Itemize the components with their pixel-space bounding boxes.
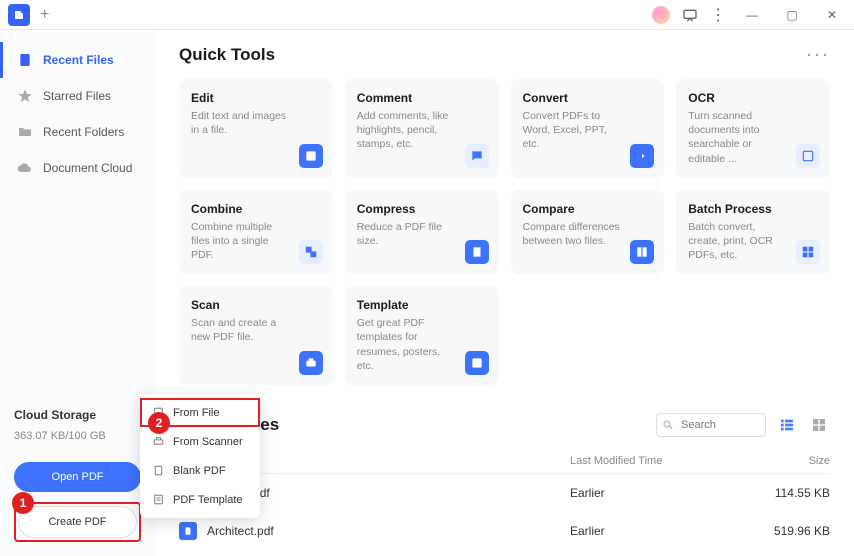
compare-icon <box>630 240 654 264</box>
assistant-icon[interactable] <box>652 6 670 24</box>
file-modified: Earlier <box>570 486 750 500</box>
menu-item-blank-pdf[interactable]: Blank PDF <box>140 456 260 485</box>
grid-view-button[interactable] <box>808 414 830 436</box>
quick-tools-title: Quick Tools <box>179 45 275 65</box>
tool-edit[interactable]: Edit Edit text and images in a file. <box>179 79 333 178</box>
tool-title: Compress <box>357 202 487 216</box>
convert-icon <box>630 144 654 168</box>
tool-title: Template <box>357 298 487 312</box>
table-row[interactable]: Earlier 113.19 KB <box>179 550 830 556</box>
tool-template[interactable]: TemplateGet great PDF templates for resu… <box>345 286 499 385</box>
tool-title: Edit <box>191 91 321 105</box>
chat-icon[interactable] <box>682 7 698 23</box>
create-pdf-button[interactable]: Create PDF <box>18 506 137 538</box>
table-row[interactable]: contract.pdf Earlier 114.55 KB <box>179 474 830 512</box>
pdf-file-icon <box>179 522 197 540</box>
sidebar-item-recent-files[interactable]: Recent Files <box>0 42 155 78</box>
file-modified: Earlier <box>570 524 750 538</box>
tool-batch-process[interactable]: Batch ProcessBatch convert, create, prin… <box>676 190 830 275</box>
sidebar-item-recent-folders[interactable]: Recent Folders <box>0 114 155 150</box>
edit-icon <box>299 144 323 168</box>
cloud-storage-value: 363.07 KB/100 GB <box>14 430 141 442</box>
app-logo-icon[interactable] <box>8 4 30 26</box>
tool-title: Compare <box>523 202 653 216</box>
tool-ocr[interactable]: OCRTurn scanned documents into searchabl… <box>676 79 830 178</box>
tool-combine[interactable]: CombineCombine multiple files into a sin… <box>179 190 333 275</box>
sidebar-item-starred-files[interactable]: Starred Files <box>0 78 155 114</box>
col-modified-header: Last Modified Time <box>570 455 750 467</box>
create-pdf-highlight: Create PDF <box>14 502 141 542</box>
sidebar-item-label: Recent Files <box>43 53 114 67</box>
tool-title: OCR <box>688 91 818 105</box>
file-name: Architect.pdf <box>207 524 274 538</box>
minimize-button[interactable]: — <box>738 1 766 29</box>
tool-convert[interactable]: ConvertConvert PDFs to Word, Excel, PPT,… <box>511 79 665 178</box>
tool-title: Comment <box>357 91 487 105</box>
comment-icon <box>465 144 489 168</box>
file-size: 114.55 KB <box>750 486 830 500</box>
tool-desc: Scan and create a new PDF file. <box>191 316 321 344</box>
sidebar-item-label: Recent Folders <box>43 125 124 139</box>
tools-grid: Edit Edit text and images in a file. Comm… <box>179 79 830 385</box>
cloud-storage-label: Cloud Storage <box>14 408 141 422</box>
tool-title: Scan <box>191 298 321 312</box>
menu-item-label: From File <box>173 407 219 419</box>
tool-comment[interactable]: CommentAdd comments, like highlights, pe… <box>345 79 499 178</box>
col-size-header: Size <box>750 455 830 467</box>
tool-title: Convert <box>523 91 653 105</box>
document-icon <box>17 52 33 68</box>
tool-title: Batch Process <box>688 202 818 216</box>
titlebar: + ⋮ — ▢ ✕ <box>0 0 854 30</box>
template-icon <box>465 351 489 375</box>
table-header: Name Last Modified Time Size <box>179 449 830 474</box>
tool-title: Combine <box>191 202 321 216</box>
list-view-button[interactable] <box>776 414 798 436</box>
sidebar-item-document-cloud[interactable]: Document Cloud <box>0 150 155 186</box>
maximize-button[interactable]: ▢ <box>778 1 806 29</box>
menu-item-label: Blank PDF <box>173 465 226 477</box>
close-button[interactable]: ✕ <box>818 1 846 29</box>
cloud-icon <box>17 160 33 176</box>
search-box <box>656 413 766 437</box>
sidebar-item-label: Starred Files <box>43 89 111 103</box>
compress-icon <box>465 240 489 264</box>
new-tab-button[interactable]: + <box>40 6 49 24</box>
more-icon[interactable]: ··· <box>806 44 830 65</box>
tool-compare[interactable]: CompareCompare differences between two f… <box>511 190 665 275</box>
ocr-icon <box>796 144 820 168</box>
kebab-menu-icon[interactable]: ⋮ <box>710 7 726 23</box>
annotation-badge-2: 2 <box>148 412 170 434</box>
search-icon <box>662 419 674 431</box>
annotation-badge-1: 1 <box>12 492 34 514</box>
table-row[interactable]: Architect.pdf Earlier 519.96 KB <box>179 512 830 550</box>
open-pdf-button[interactable]: Open PDF <box>14 462 141 492</box>
scan-icon <box>299 351 323 375</box>
sidebar: Recent Files Starred Files Recent Folder… <box>0 30 155 556</box>
star-icon <box>17 88 33 104</box>
sidebar-item-label: Document Cloud <box>43 161 132 175</box>
tool-desc: Edit text and images in a file. <box>191 109 321 137</box>
batch-icon <box>796 240 820 264</box>
folder-icon <box>17 124 33 140</box>
menu-item-label: From Scanner <box>173 436 243 448</box>
combine-icon <box>299 240 323 264</box>
file-size: 519.96 KB <box>750 524 830 538</box>
tool-compress[interactable]: CompressReduce a PDF file size. <box>345 190 499 275</box>
tool-scan[interactable]: Scan Scan and create a new PDF file. <box>179 286 333 385</box>
menu-item-label: PDF Template <box>173 494 243 506</box>
menu-item-pdf-template[interactable]: PDF Template <box>140 485 260 514</box>
